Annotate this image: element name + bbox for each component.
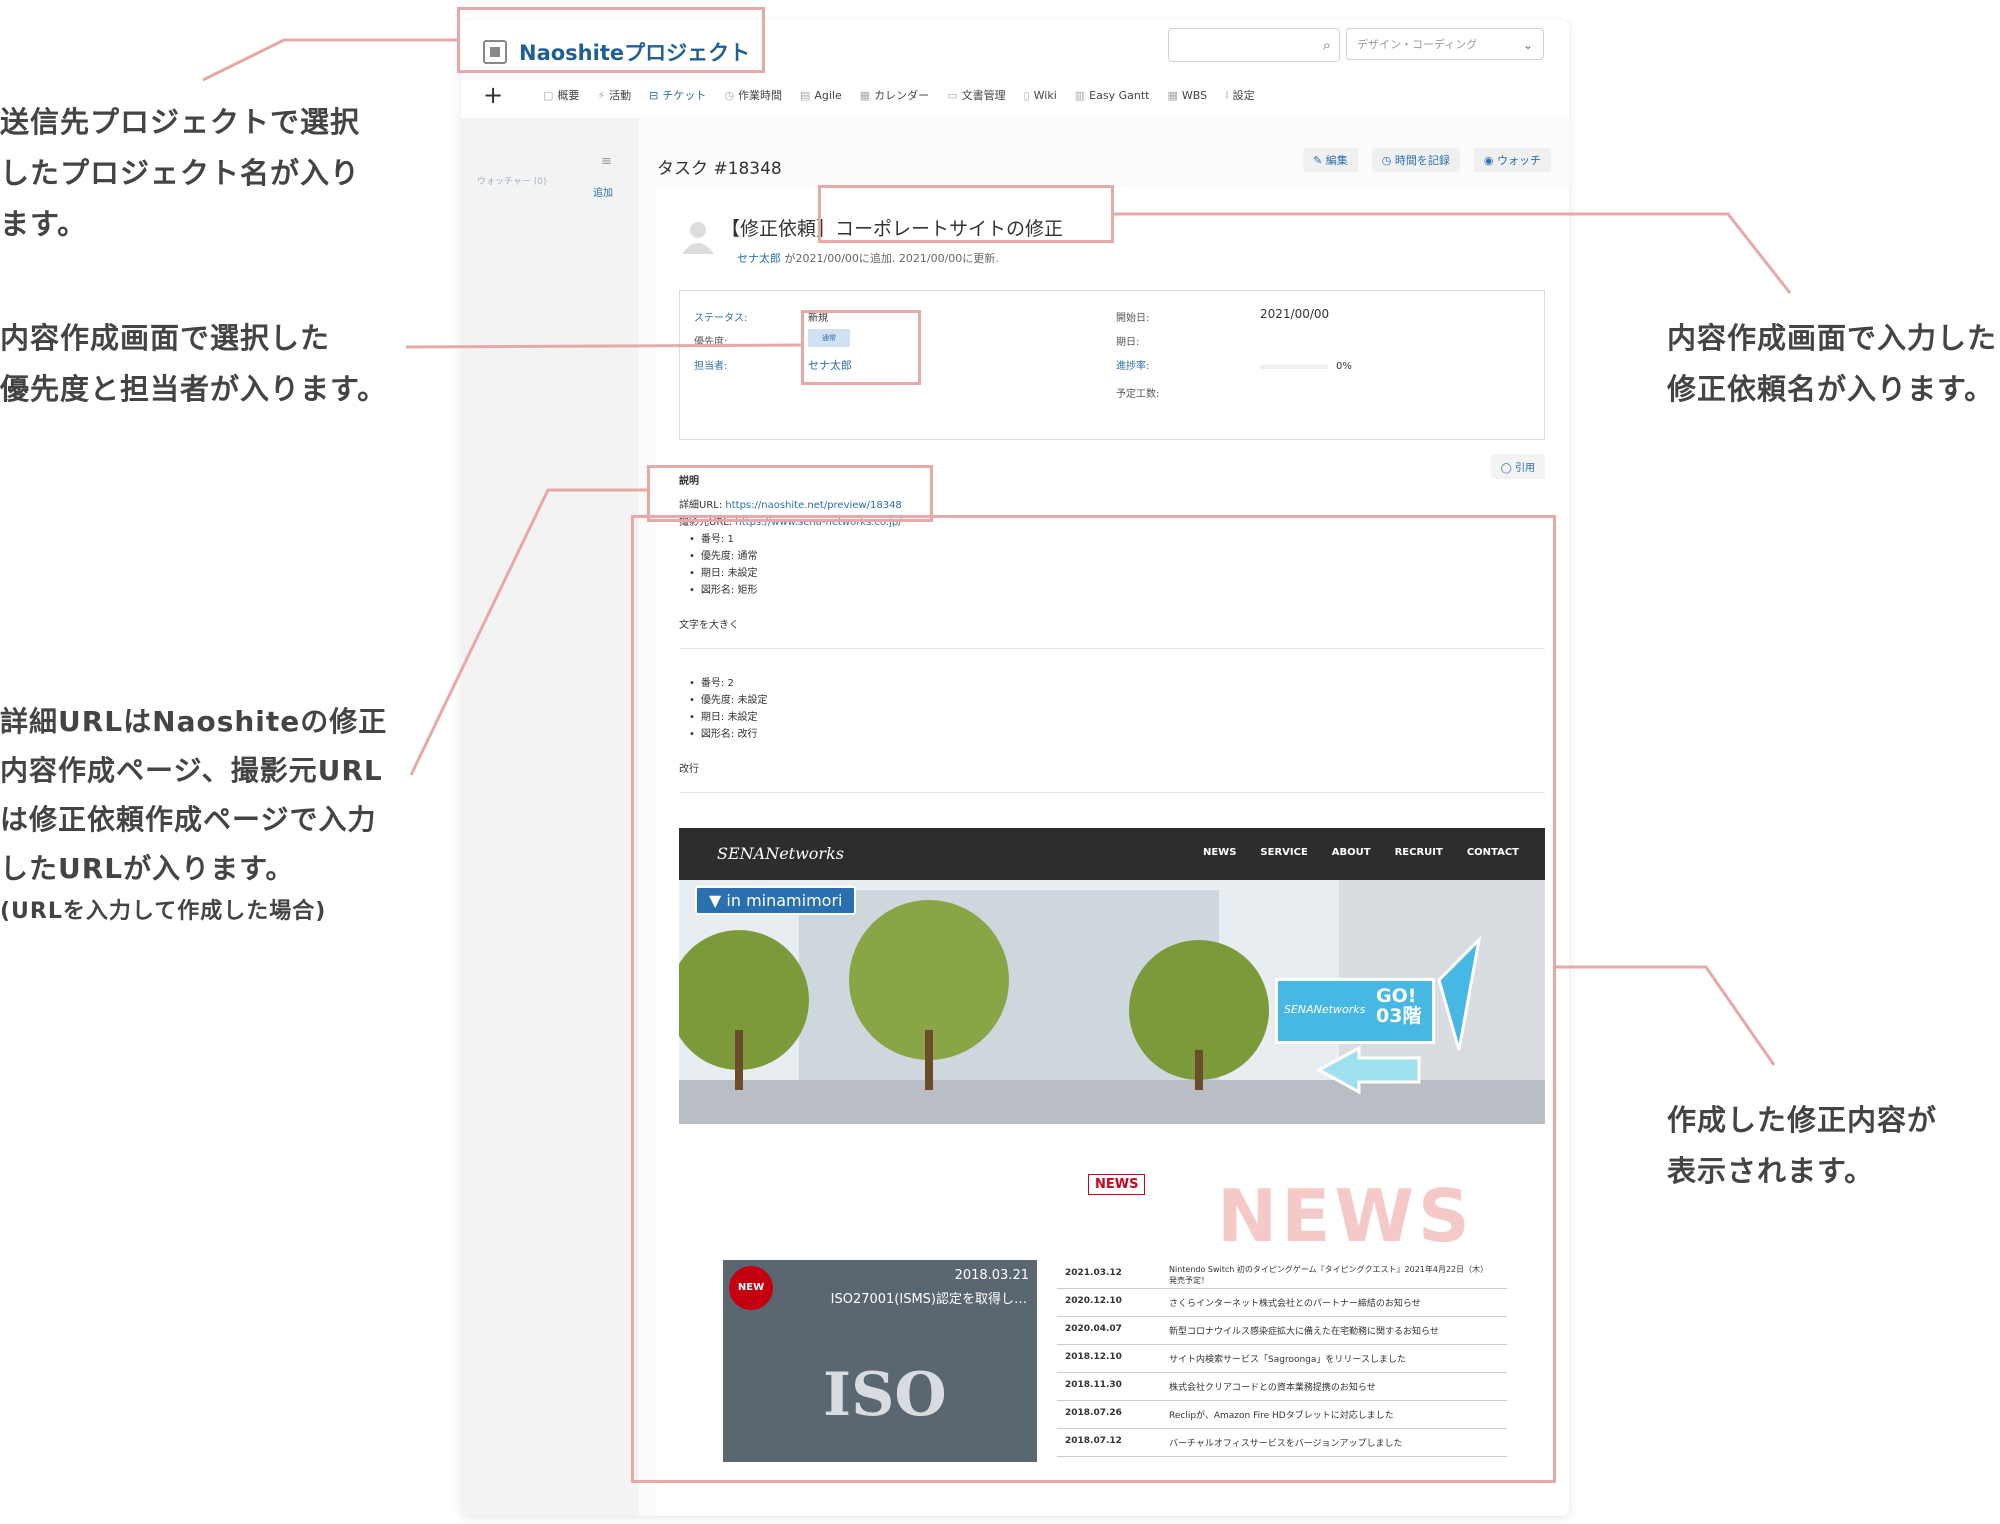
callout-line-subject — [1114, 212, 1792, 294]
callout-line-project — [202, 38, 457, 82]
callout-line-urls — [409, 488, 647, 776]
callout-line-priority — [405, 343, 802, 349]
callout-line-content — [1556, 965, 1776, 1066]
callout-lines — [202, 38, 1792, 1066]
